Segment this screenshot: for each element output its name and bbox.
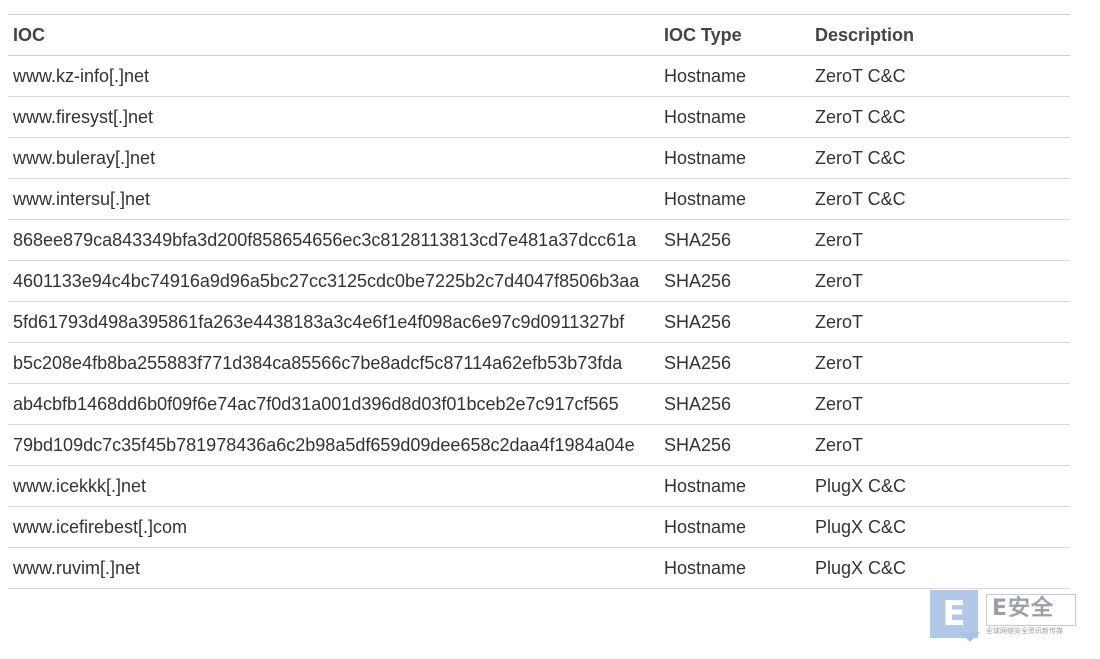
description-cell: ZeroT [810, 219, 1070, 261]
description-cell: PlugX C&C [810, 547, 1070, 589]
ioc-cell: 4601133e94c4bc74916a9d96a5bc27cc3125cdc0… [8, 260, 659, 302]
ioc-type-cell: SHA256 [659, 219, 810, 261]
ioc-cell: 79bd109dc7c35f45b781978436a6c2b98a5df659… [8, 424, 659, 466]
ioc-cell: 868ee879ca843349bfa3d200f858654656ec3c81… [8, 219, 659, 261]
table-row: 4601133e94c4bc74916a9d96a5bc27cc3125cdc0… [8, 260, 1070, 302]
description-cell: ZeroT [810, 383, 1070, 425]
description-cell: ZeroT C&C [810, 178, 1070, 220]
description-cell: PlugX C&C [810, 465, 1070, 507]
table-row: ab4cbfb1468dd6b0f09f6e74ac7f0d31a001d396… [8, 383, 1070, 425]
ioc-cell: www.kz-info[.]net [8, 55, 659, 97]
ioc-type-cell: SHA256 [659, 383, 810, 425]
page: IOC IOC Type Description www.kz-info[.]n… [0, 0, 1100, 659]
ioc-cell: ab4cbfb1468dd6b0f09f6e74ac7f0d31a001d396… [8, 383, 659, 425]
description-cell: ZeroT [810, 342, 1070, 384]
ioc-type-cell: SHA256 [659, 260, 810, 302]
ioc-type-cell: SHA256 [659, 342, 810, 384]
ioc-cell: b5c208e4fb8ba255883f771d384ca85566c7be8a… [8, 342, 659, 384]
ioc-cell: www.firesyst[.]net [8, 96, 659, 138]
description-cell: ZeroT C&C [810, 96, 1070, 138]
table-row: b5c208e4fb8ba255883f771d384ca85566c7be8a… [8, 342, 1070, 384]
table-row: www.firesyst[.]net Hostname ZeroT C&C [8, 96, 1070, 138]
header-description: Description [810, 14, 1070, 56]
ioc-cell: www.icekkk[.]net [8, 465, 659, 507]
ioc-cell: www.icefirebest[.]com [8, 506, 659, 548]
description-cell: ZeroT [810, 301, 1070, 343]
table-header-row: IOC IOC Type Description [8, 14, 1070, 56]
table-row: www.buleray[.]net Hostname ZeroT C&C [8, 137, 1070, 179]
table-body: www.kz-info[.]net Hostname ZeroT C&C www.fi… [8, 55, 1070, 589]
ioc-cell: www.buleray[.]net [8, 137, 659, 179]
table-row: www.intersu[.]net Hostname ZeroT C&C [8, 178, 1070, 220]
watermark-title: E安全 [992, 596, 1055, 621]
description-cell: ZeroT [810, 260, 1070, 302]
table-row: www.kz-info[.]net Hostname ZeroT C&C [8, 55, 1070, 97]
ioc-cell: www.ruvim[.]net [8, 547, 659, 589]
ioc-type-cell: Hostname [659, 96, 810, 138]
table-row: www.icekkk[.]net Hostname PlugX C&C [8, 465, 1070, 507]
table-row: www.icefirebest[.]com Hostname PlugX C&C [8, 506, 1070, 548]
ioc-type-cell: Hostname [659, 137, 810, 179]
watermark-logo: E [930, 590, 978, 638]
ioc-type-cell: Hostname [659, 547, 810, 589]
watermark-logo-tail [960, 632, 980, 642]
description-cell: ZeroT [810, 424, 1070, 466]
description-cell: PlugX C&C [810, 506, 1070, 548]
ioc-cell: www.intersu[.]net [8, 178, 659, 220]
description-cell: ZeroT C&C [810, 55, 1070, 97]
ioc-type-cell: Hostname [659, 55, 810, 97]
table-row: 5fd61793d498a395861fa263e4438183a3c4e6f1… [8, 301, 1070, 343]
ioc-type-cell: Hostname [659, 506, 810, 548]
watermark-subtitle: 全球网络安全资讯新传媒 [986, 627, 1063, 635]
ioc-type-cell: SHA256 [659, 301, 810, 343]
ioc-type-cell: Hostname [659, 465, 810, 507]
ioc-cell: 5fd61793d498a395861fa263e4438183a3c4e6f1… [8, 301, 659, 343]
description-cell: ZeroT C&C [810, 137, 1070, 179]
table-row: www.ruvim[.]net Hostname PlugX C&C [8, 547, 1070, 589]
ioc-type-cell: SHA256 [659, 424, 810, 466]
header-ioc: IOC [8, 14, 659, 56]
header-ioc-type: IOC Type [659, 14, 810, 56]
watermark: E E安全 全球网络安全资讯新传媒 [930, 588, 1080, 648]
table-row: 868ee879ca843349bfa3d200f858654656ec3c81… [8, 219, 1070, 261]
table-row: 79bd109dc7c35f45b781978436a6c2b98a5df659… [8, 424, 1070, 466]
ioc-type-cell: Hostname [659, 178, 810, 220]
ioc-table: IOC IOC Type Description www.kz-info[.]n… [8, 14, 1070, 589]
